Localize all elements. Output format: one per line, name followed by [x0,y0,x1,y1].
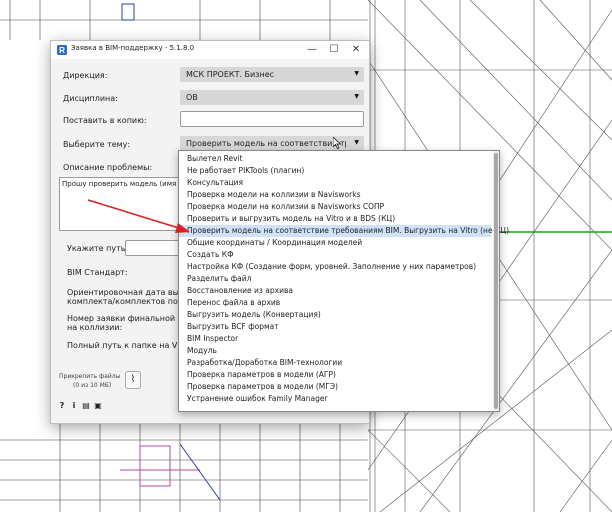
help-icon[interactable]: ? [57,401,67,411]
info-icon[interactable]: i [69,401,79,411]
dropdown-item[interactable]: Проверить и выгрузить модель на Vitro и … [179,213,491,225]
direction-label: Дирекция: [63,71,108,80]
dropdown-item[interactable]: Не работает PIKTools (плагин) [179,165,491,177]
dropdown-item-selected[interactable]: Проверить модель на соответствие требова… [179,225,509,237]
notes-icon[interactable]: ▤ [81,401,91,411]
dropdown-item[interactable]: Восстановление из архива [179,285,491,297]
close-button[interactable]: ✕ [345,42,367,58]
chevron-down-icon: ▼ [354,70,359,77]
dropdown-item[interactable]: Выгрузить BCF формат [179,321,491,333]
path-label: Укажите путь: [67,244,129,253]
problem-label: Описание проблемы: [63,163,153,172]
dropdown-item[interactable]: Настройка КФ (Создание форм, уровней. За… [179,261,491,273]
dropdown-item[interactable]: Перенос файла в архив [179,297,491,309]
paperclip-icon[interactable]: ⌇ [125,371,141,389]
screenshot-icon[interactable]: ▣ [93,401,103,411]
vitro-path-label: Полный путь к папке на Vitro: [67,341,194,350]
discipline-label: Дисциплина: [63,94,118,103]
chevron-down-icon: ▼ [354,93,359,100]
cc-label: Поставить в копию: [63,116,147,125]
revit-r-icon: R [57,45,67,55]
dropdown-item[interactable]: Создать КФ [179,249,491,261]
dropdown-item[interactable]: Общие координаты / Координация моделей [179,237,491,249]
topic-label: Выберите тему: [63,140,131,149]
dropdown-item[interactable]: Проверка параметров в модели (АГР) [179,369,491,381]
bim-standard-label: BIM Стандарт: [67,268,128,277]
dropdown-item[interactable]: Вылетел Revit [179,153,491,165]
window-title: Заявка в BIM-поддержку - 5.1.8.0 [71,44,195,52]
direction-select[interactable]: МСК ПРОЕКТ. Бизнес ▼ [180,67,364,82]
dropdown-scrollbar[interactable] [493,151,499,411]
dropdown-item[interactable]: Проверка параметров в модели (МГЭ) [179,381,491,393]
dropdown-item[interactable]: Модуль [179,345,491,357]
dropdown-item[interactable]: BIM Inspector [179,333,491,345]
title-bar: R Заявка в BIM-поддержку - 5.1.8.0 — ☐ ✕ [51,41,369,59]
dropdown-item[interactable]: Проверка модели на коллизии в Navisworks… [179,201,491,213]
cc-input[interactable] [180,111,364,127]
dropdown-item[interactable]: Разделить файл [179,273,491,285]
svg-text:R: R [59,46,65,55]
path-input[interactable] [125,240,183,256]
chevron-down-icon: ▼ [354,139,359,146]
minimize-button[interactable]: — [301,42,323,58]
maximize-button[interactable]: ☐ [323,42,345,58]
mouse-cursor-icon [333,137,341,149]
final-number-line2: на коллизии: [67,323,123,332]
dropdown-item[interactable]: Консультация [179,177,491,189]
discipline-value: ОВ [186,93,198,102]
direction-value: МСК ПРОЕКТ. Бизнес [186,70,275,79]
dropdown-item[interactable]: Проверка модели на коллизии в Navisworks [179,189,491,201]
scrollbar-thumb[interactable] [494,153,498,409]
discipline-select[interactable]: ОВ ▼ [180,90,364,105]
dropdown-item[interactable]: Устранение ошибок Family Manager [179,393,491,405]
dropdown-item[interactable]: Разработка/Доработка BIM-технологии [179,357,491,369]
dropdown-item[interactable]: Выгрузить модель (Конвертация) [179,309,491,321]
attach-limit: (0 из 10 МБ) [73,382,112,389]
topic-value: Проверить модель на соответствие требов [186,139,346,148]
attach-label: Прикрепить файлы [59,373,121,380]
topic-dropdown-list: Вылетел Revit Не работает PIKTools (плаг… [178,150,509,412]
red-annotation-arrow [87,199,190,233]
